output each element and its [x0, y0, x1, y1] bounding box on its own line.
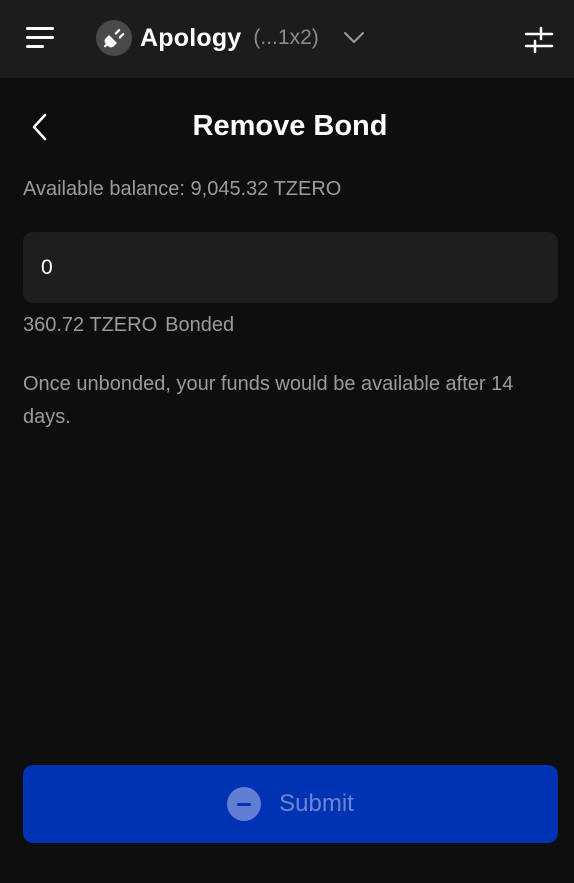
page-header: Remove Bond — [0, 96, 574, 160]
unbond-info-text: Once unbonded, your funds would be avail… — [23, 373, 514, 428]
account-selector[interactable]: Apology (...1x2) — [96, 20, 365, 56]
available-balance: Available balance: 9,045.32 TZERO — [23, 178, 342, 200]
bonded-label: Bonded — [165, 314, 235, 336]
account-name: Apology — [140, 23, 242, 52]
bonded-amount: 360.72 TZERO — [23, 314, 158, 336]
page-title: Remove Bond — [192, 110, 388, 142]
hamburger-menu-icon[interactable] — [26, 25, 56, 51]
bonded-amount-text: 360.72 TZERO Bonded — [23, 314, 234, 337]
plug-icon — [96, 20, 132, 56]
chevron-down-icon — [343, 32, 364, 43]
sliders-icon[interactable] — [524, 25, 554, 54]
submit-button[interactable]: Submit — [23, 765, 558, 843]
top-bar: Apology (...1x2) — [0, 0, 574, 78]
minus-circle-icon — [227, 787, 262, 821]
amount-input[interactable] — [23, 232, 558, 303]
account-address: (...1x2) — [253, 26, 319, 49]
submit-label: Submit — [279, 790, 354, 817]
